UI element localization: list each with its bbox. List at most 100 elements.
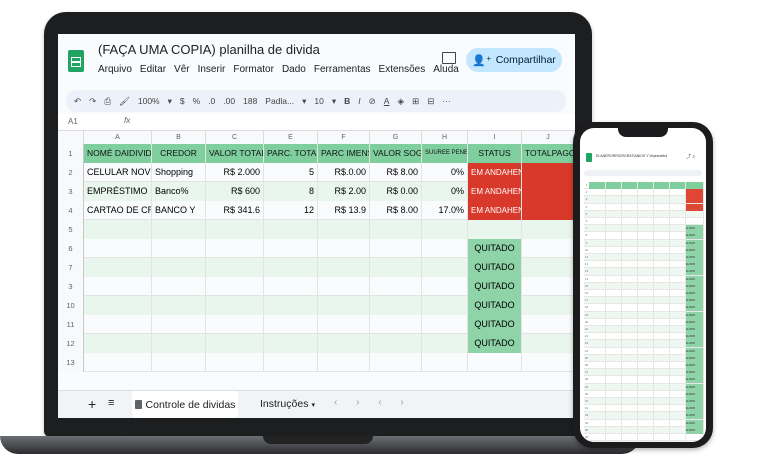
grid-cell[interactable]: QUITADO (468, 258, 522, 277)
grid-cell[interactable] (318, 296, 370, 315)
phone-share-icon[interactable]: ⤴ ⌕ (686, 153, 695, 160)
row-number[interactable]: 6 (58, 239, 84, 258)
grid-cell[interactable] (206, 315, 264, 334)
grid-cell[interactable] (422, 258, 468, 277)
fill-color-icon[interactable]: ◈ (397, 96, 404, 107)
redo-icon[interactable]: ↷ (89, 96, 96, 107)
grid-cell[interactable] (422, 277, 468, 296)
row-number[interactable]: 5 (58, 220, 84, 239)
grid-cell[interactable]: R$ 8.00 (370, 201, 422, 220)
column-title-cell[interactable]: VALOR SOG (370, 144, 422, 163)
grid-cell[interactable] (522, 258, 575, 277)
grid-cell[interactable] (318, 315, 370, 334)
grid-cell[interactable]: R$ 13.9 (318, 201, 370, 220)
grid-cell[interactable]: 0% (422, 163, 468, 182)
grid-cell[interactable] (264, 334, 318, 353)
grid-cell[interactable] (84, 296, 152, 315)
currency-format-button[interactable]: $ (180, 96, 185, 106)
grid-cell[interactable]: 17.0% (422, 201, 468, 220)
merge-cells-icon[interactable]: ⊟ (427, 96, 434, 107)
grid-cell[interactable] (264, 220, 318, 239)
grid-cell[interactable] (422, 239, 468, 258)
menu-item-file[interactable]: Arquivo (98, 64, 132, 75)
grid-cell[interactable]: R$ 8.00 (370, 163, 422, 182)
grid-cell[interactable]: 8 (264, 182, 318, 201)
chevron-left-icon[interactable]: ‹ (378, 397, 381, 408)
grid-cell[interactable] (422, 353, 468, 372)
grid-cell[interactable] (84, 239, 152, 258)
row-number[interactable]: 3 (58, 277, 84, 296)
grid-cell[interactable] (152, 315, 206, 334)
row-number[interactable]: 10 (58, 296, 84, 315)
grid-cell[interactable] (522, 296, 575, 315)
grid-cell[interactable] (206, 220, 264, 239)
font-select[interactable]: Padla... (265, 96, 294, 106)
column-header[interactable]: H (422, 131, 468, 144)
chevron-right-icon[interactable]: › (400, 397, 403, 408)
row-number[interactable]: 12 (58, 334, 84, 353)
grid-cell[interactable] (264, 315, 318, 334)
grid-cell[interactable] (468, 353, 522, 372)
grid-cell[interactable] (152, 353, 206, 372)
font-size-input[interactable]: 10 (314, 96, 323, 106)
row-number[interactable]: 11 (58, 315, 84, 334)
print-icon[interactable]: ⎙ (104, 96, 111, 107)
share-button[interactable]: 👤⁺ Compartilhar (466, 48, 562, 72)
grid-cell[interactable] (370, 334, 422, 353)
paint-format-icon[interactable]: 🖌 (119, 96, 130, 107)
grid-cell[interactable]: 5 (264, 163, 318, 182)
sheet-tab-controle[interactable]: Controle de dividas (132, 391, 238, 418)
grid-cell[interactable] (152, 220, 206, 239)
grid-cell[interactable] (152, 258, 206, 277)
grid-cell[interactable]: QUITADO (468, 239, 522, 258)
grid-cell[interactable] (522, 163, 575, 182)
grid-cell[interactable] (206, 353, 264, 372)
grid-cell[interactable]: Shopping (152, 163, 206, 182)
grid-cell[interactable]: R$ 600 (206, 182, 264, 201)
grid-cell[interactable] (84, 220, 152, 239)
grid-cell[interactable] (318, 258, 370, 277)
menu-item-tools[interactable]: Ferramentas (314, 64, 371, 75)
zoom-select[interactable]: 100% (138, 96, 160, 106)
grid-cell[interactable] (422, 220, 468, 239)
grid-cell[interactable] (84, 315, 152, 334)
grid-cell[interactable]: 12 (264, 201, 318, 220)
grid-cell[interactable]: R$ 341.6 (206, 201, 264, 220)
sheet-tab-instrucoes[interactable]: Instruções ▾ (260, 398, 315, 410)
grid-cell[interactable] (370, 258, 422, 277)
link-icon[interactable]: ⊘ (369, 96, 376, 107)
column-header[interactable]: A (84, 131, 152, 144)
row-number[interactable]: 7 (58, 258, 84, 277)
row-number[interactable]: 3 (58, 182, 84, 201)
grid-cell[interactable] (264, 258, 318, 277)
grid-cell[interactable] (264, 296, 318, 315)
sheets-logo-icon[interactable] (68, 50, 84, 72)
column-header[interactable]: B (152, 131, 206, 144)
increase-decimal-button[interactable]: .00 (223, 96, 235, 106)
menu-item-insert[interactable]: Inserir (198, 64, 226, 75)
grid-cell[interactable] (264, 353, 318, 372)
grid-cell[interactable] (522, 353, 575, 372)
grid-cell[interactable] (206, 239, 264, 258)
grid-cell[interactable] (422, 296, 468, 315)
grid-cell[interactable] (522, 220, 575, 239)
number-format-select[interactable]: 188 (243, 96, 257, 106)
grid-cell[interactable] (522, 277, 575, 296)
grid-cell[interactable] (152, 334, 206, 353)
grid-cell[interactable]: CELULAR NOVO (84, 163, 152, 182)
grid-cell[interactable] (318, 277, 370, 296)
grid-cell[interactable] (152, 239, 206, 258)
grid-cell[interactable]: QUITADO (468, 296, 522, 315)
menu-item-help[interactable]: Aluda (433, 64, 459, 75)
grid-cell[interactable] (206, 334, 264, 353)
grid-cell[interactable] (318, 353, 370, 372)
row-number[interactable]: 13 (58, 353, 84, 372)
grid-cell[interactable] (264, 277, 318, 296)
column-title-cell[interactable]: PARC IMENSA (318, 144, 370, 163)
column-header[interactable]: C (206, 131, 264, 144)
grid-cell[interactable]: EM ANDAHENTO (468, 163, 522, 182)
all-sheets-icon[interactable]: ≡ (108, 397, 114, 409)
undo-icon[interactable]: ↶ (74, 96, 81, 107)
grid-cell[interactable] (370, 220, 422, 239)
grid-cell[interactable]: EMPRÉSTIMO (84, 182, 152, 201)
